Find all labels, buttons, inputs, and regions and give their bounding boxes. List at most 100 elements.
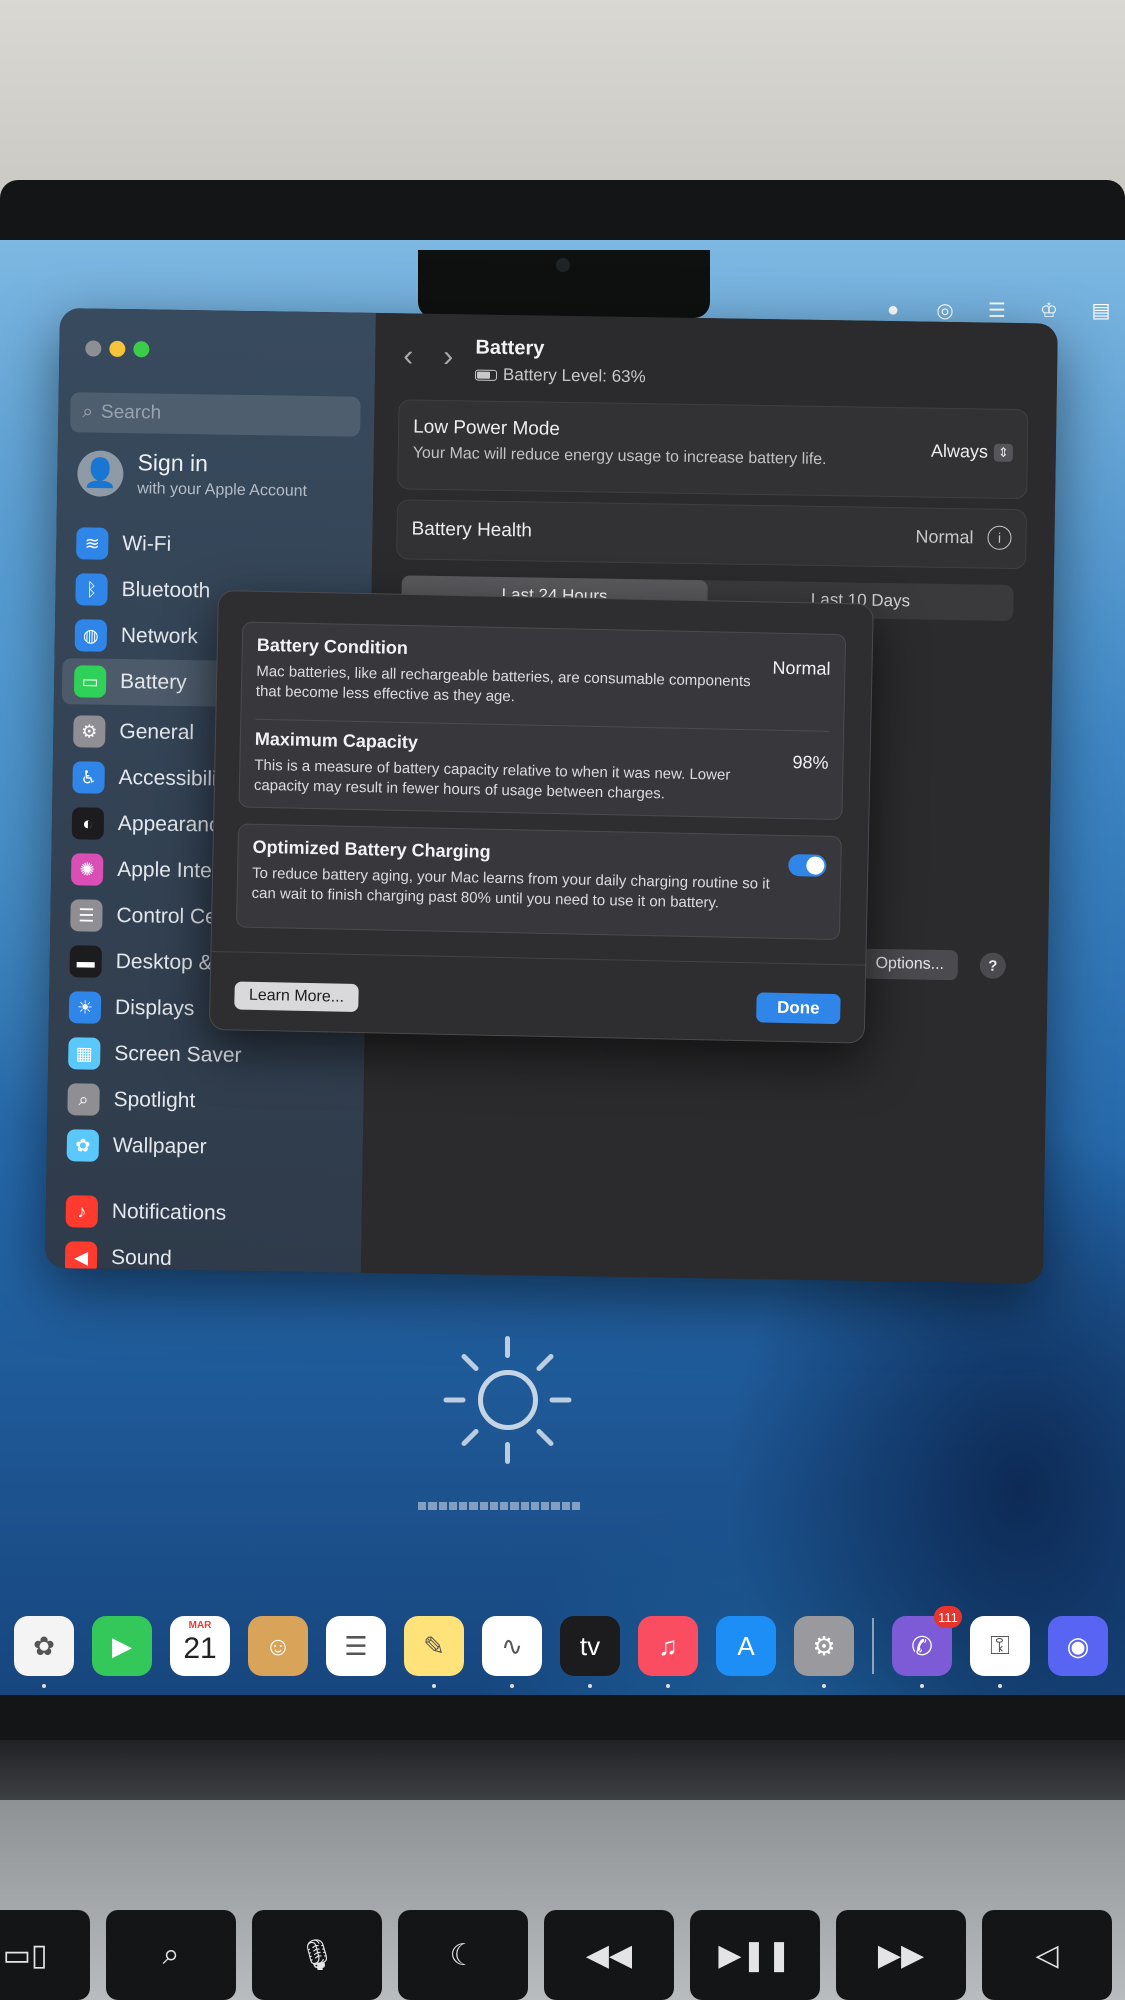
sidebar-item-screen-saver[interactable]: ▦ Screen Saver (56, 1030, 357, 1081)
brightness-segment (561, 1502, 570, 1510)
brightness-segment (510, 1502, 519, 1510)
crown-icon[interactable]: ♔ (1035, 296, 1063, 324)
brightness-level-bar (418, 1502, 580, 1510)
updown-chevron-icon: ⇕ (993, 443, 1013, 462)
sidebar-item-label: Spotlight (113, 1087, 196, 1113)
do-not-disturb-key[interactable]: ☾ (398, 1910, 528, 2000)
mission-control-key[interactable]: ▭▯ (0, 1910, 90, 2000)
brightness-segment (551, 1502, 560, 1510)
sidebar-item-label: Sound (110, 1245, 173, 1270)
help-button[interactable]: ? (979, 952, 1006, 979)
running-indicator (42, 1684, 46, 1688)
dictation-key[interactable]: 🎙 (252, 1910, 382, 2000)
optimized-charging-group: Optimized Battery Charging To reduce bat… (235, 823, 842, 941)
dock-passwords-icon[interactable]: ⚿ (970, 1616, 1030, 1688)
maximum-capacity-desc: This is a measure of battery capacity re… (253, 756, 731, 803)
done-button[interactable]: Done (756, 992, 841, 1025)
app-glyph: ☺ (264, 1630, 292, 1661)
apple-account-signin[interactable]: 👤 Sign in with your Apple Account (77, 448, 308, 501)
widgets-icon[interactable]: ▤ (1087, 296, 1115, 324)
back-button[interactable]: ‹ (403, 339, 414, 373)
dock-discord-icon[interactable]: ◉ (1048, 1616, 1108, 1676)
sync-icon[interactable]: ◎ (931, 296, 959, 324)
calendar-month: MAR (188, 1620, 212, 1631)
sun-ray (505, 1336, 510, 1358)
zoom-button[interactable] (133, 341, 150, 358)
options-button[interactable]: Options... (861, 948, 959, 981)
play-pause-key[interactable]: ▶❚❚ (690, 1910, 820, 2000)
sidebar-item-notifications[interactable]: ♪ Notifications (53, 1188, 354, 1239)
search-field[interactable]: ⌕ Search (70, 392, 361, 437)
dock-tv-icon[interactable]: tv (560, 1616, 620, 1688)
brightness-segment (418, 1502, 427, 1510)
sun-ray (443, 1397, 466, 1403)
brightness-segment (438, 1502, 447, 1510)
dock-freeform-icon[interactable]: ∿ (482, 1616, 542, 1688)
low-power-popup[interactable]: Always ⇕ (931, 441, 1013, 463)
app-glyph: ◉ (1066, 1630, 1090, 1661)
battery-level-status: Battery Level: 63% (474, 364, 646, 388)
low-power-title: Low Power Mode (413, 416, 561, 440)
sidebar-item-wi-fi[interactable]: ≋ Wi-Fi (64, 520, 365, 571)
fast-forward-key[interactable]: ▶▶ (836, 1910, 966, 2000)
dock-photos-icon[interactable]: ✿ (14, 1616, 74, 1688)
dock-app-store-icon[interactable]: A (716, 1616, 776, 1676)
dock-viber-icon[interactable]: ✆ 111 (892, 1606, 962, 1688)
dock-facetime-icon[interactable]: ▶ (92, 1616, 152, 1676)
bluetooth-icon: ᛒ (75, 573, 108, 606)
dock-reminders-icon[interactable]: ☰ (326, 1616, 386, 1676)
sheet-footer-divider (211, 950, 866, 966)
battery-health-value-group: Normal i (915, 524, 1012, 550)
network-icon: ◍ (74, 619, 108, 652)
battery-condition-desc: Mac batteries, like all rechargeable bat… (255, 662, 751, 706)
brightness-segment (520, 1502, 529, 1510)
forward-button[interactable]: › (443, 340, 454, 374)
app-glyph: ⚿ (990, 1630, 1010, 1660)
calendar-day: 21 (183, 1632, 217, 1665)
rewind-key[interactable]: ◀◀ (544, 1910, 674, 2000)
optimized-charging-row: Optimized Battery Charging To reduce bat… (251, 837, 826, 916)
brightness-segment (489, 1502, 498, 1510)
dock-system-settings-icon[interactable]: ⚙ (794, 1616, 854, 1688)
app-glyph: ✿ (33, 1630, 55, 1661)
brightness-segment (500, 1502, 509, 1510)
sidebar-item-label: Displays (114, 995, 195, 1021)
brightness-segment (428, 1502, 437, 1510)
sidebar-item-wallpaper[interactable]: ✿ Wallpaper (54, 1122, 355, 1173)
dock-calendar-icon[interactable]: MAR 21 (170, 1616, 230, 1676)
optimized-charging-toggle[interactable] (788, 854, 827, 877)
condition-capacity-group: Battery Condition Mac batteries, like al… (238, 621, 847, 821)
sidebar-item-label: Notifications (111, 1199, 227, 1225)
sidebar-item-label: Battery (119, 669, 187, 695)
battery-icon: ▭ (73, 665, 107, 698)
spotlight-key[interactable]: ⌕ (106, 1910, 236, 2000)
appearance-icon: ◐ (71, 807, 105, 840)
sun-ray (535, 1352, 555, 1373)
laptop-hinge (0, 1740, 1125, 1800)
sidebar-item-label: General (119, 719, 195, 745)
dock-music-icon[interactable]: ♫ (638, 1616, 698, 1688)
running-indicator (432, 1684, 436, 1688)
signin-subtitle: with your Apple Account (137, 480, 308, 500)
app-glyph: ♫ (658, 1630, 678, 1661)
minimize-button[interactable] (109, 340, 126, 358)
signin-title: Sign in (137, 449, 209, 477)
dock-notes-icon[interactable]: ✎ (404, 1616, 464, 1688)
control-centre-icon[interactable]: ☰ (983, 296, 1011, 324)
brightness-segment (479, 1502, 488, 1510)
sun-icon: ☀ (68, 991, 102, 1024)
learn-more-button[interactable]: Learn More... (234, 981, 359, 1013)
search-placeholder: Search (100, 401, 162, 424)
info-icon[interactable]: i (987, 525, 1012, 550)
close-button[interactable] (85, 340, 102, 357)
notification-icon[interactable]: ● (879, 296, 907, 324)
mute-key[interactable]: ◁ (982, 1910, 1112, 2000)
app-glyph: A (737, 1630, 755, 1661)
app-glyph: ☰ (344, 1630, 368, 1661)
battery-health-value: Normal (915, 525, 974, 547)
sidebar-item-spotlight[interactable]: ⌕ Spotlight (55, 1076, 356, 1127)
battery-condition-value: Normal (772, 657, 831, 679)
battery-level-text: Battery Level: 63% (502, 364, 646, 387)
brightness-segment (459, 1502, 468, 1510)
dock-contacts-icon[interactable]: ☺ (248, 1616, 308, 1676)
